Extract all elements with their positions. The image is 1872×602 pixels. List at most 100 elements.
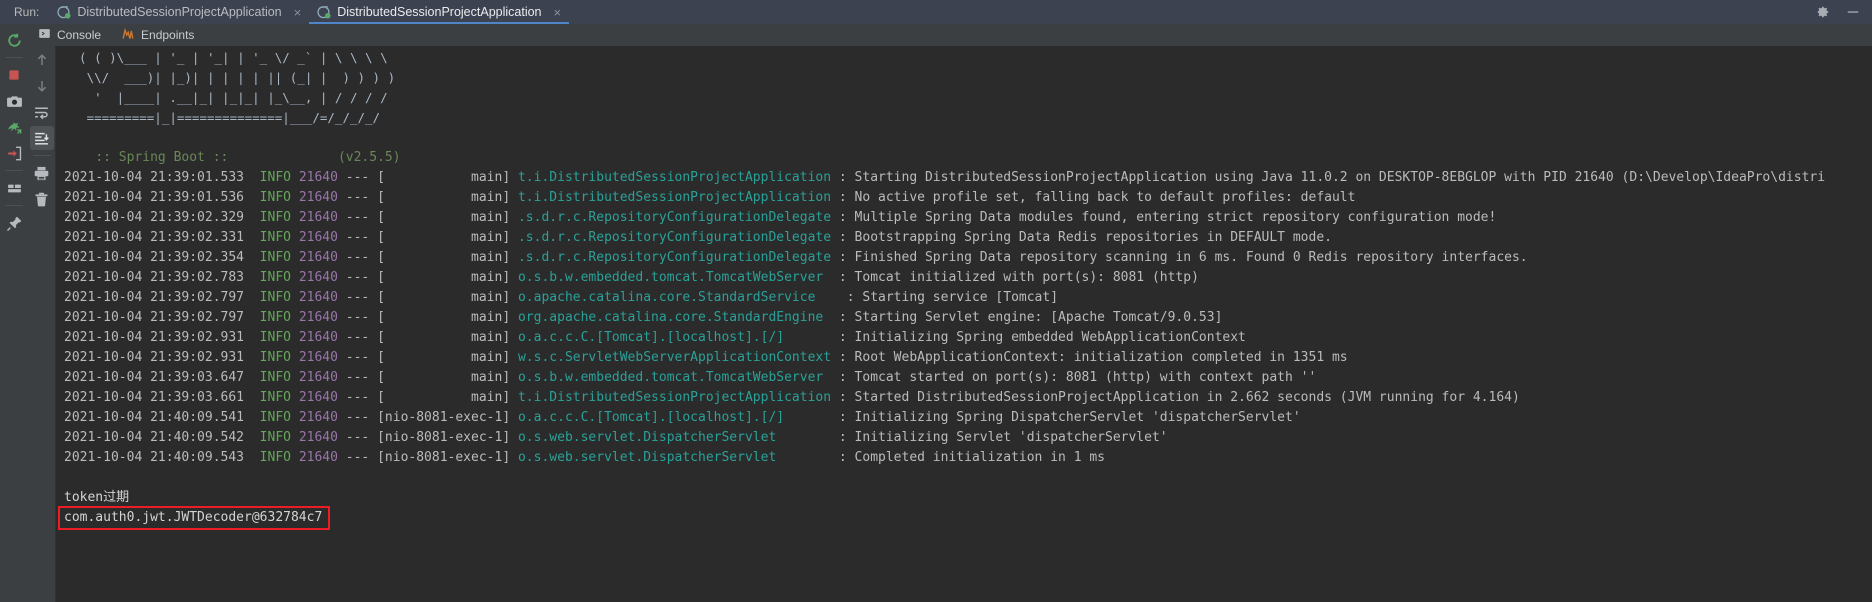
log-line: 2021-10-04 21:40:09.541 INFO 21640 --- […	[56, 408, 1872, 428]
log-message: : Tomcat initialized with port(s): 8081 …	[838, 270, 1199, 285]
log-message: : Starting DistributedSessionProjectAppl…	[838, 170, 1826, 185]
close-icon[interactable]: ×	[554, 5, 562, 20]
log-line: 2021-10-04 21:39:02.797 INFO 21640 --- […	[56, 308, 1872, 328]
gear-icon[interactable]	[1816, 5, 1830, 19]
log-separator: ---	[337, 170, 378, 185]
run-tool-window-titlebar: Run: DistributedSessionProjectApplicatio…	[0, 0, 1872, 24]
log-space	[831, 230, 839, 245]
log-space	[244, 230, 260, 245]
pin-icon[interactable]	[2, 211, 26, 235]
close-icon[interactable]: ×	[294, 5, 302, 20]
log-space	[291, 170, 299, 185]
log-space	[510, 270, 518, 285]
green-dragon-icon[interactable]	[2, 115, 26, 139]
log-space	[510, 250, 518, 265]
log-space	[244, 450, 260, 465]
log-logger: t.i.DistributedSessionProjectApplication	[517, 390, 832, 405]
log-message: : Initializing Servlet 'dispatcherServle…	[838, 430, 1168, 445]
run-tab-2[interactable]: DistributedSessionProjectApplication ×	[309, 0, 569, 24]
log-level: INFO	[259, 370, 291, 385]
log-space	[291, 410, 299, 425]
log-space	[244, 330, 260, 345]
scroll-to-end-icon[interactable]	[29, 126, 54, 150]
log-pid: 21640	[298, 230, 338, 245]
log-thread: [ main]	[377, 370, 511, 385]
log-message: : Root WebApplicationContext: initializa…	[838, 350, 1348, 365]
log-space	[244, 310, 260, 325]
log-line: 2021-10-04 21:39:02.354 INFO 21640 --- […	[56, 248, 1872, 268]
log-timestamp: 2021-10-04 21:39:02.329	[64, 210, 245, 225]
log-space	[831, 450, 839, 465]
tab-endpoints[interactable]: Endpoints	[121, 27, 194, 44]
log-message: : Completed initialization in 1 ms	[838, 450, 1105, 465]
log-space	[831, 410, 839, 425]
log-space	[291, 370, 299, 385]
log-space	[510, 410, 518, 425]
log-pid: 21640	[298, 430, 338, 445]
banner-line: \\/ ___)| |_)| | | | | || (_| | ) ) ) )	[64, 70, 396, 85]
log-message: : Started DistributedSessionProjectAppli…	[838, 390, 1520, 405]
log-space	[510, 170, 518, 185]
log-logger: .s.d.r.c.RepositoryConfigurationDelegate	[517, 250, 832, 265]
log-thread: [ main]	[377, 270, 511, 285]
log-level: INFO	[259, 290, 291, 305]
log-line: 2021-10-04 21:39:01.536 INFO 21640 --- […	[56, 188, 1872, 208]
log-space	[244, 390, 260, 405]
log-pid: 21640	[298, 450, 338, 465]
log-space	[244, 170, 260, 185]
log-logger: .s.d.r.c.RepositoryConfigurationDelegate	[517, 230, 832, 245]
log-space	[244, 410, 260, 425]
trash-icon[interactable]	[30, 187, 54, 211]
arrow-up-icon[interactable]	[30, 48, 54, 72]
rerun-button[interactable]	[2, 28, 26, 52]
log-thread: [ main]	[377, 230, 511, 245]
log-timestamp: 2021-10-04 21:39:02.783	[64, 270, 245, 285]
spring-boot-version-value: (v2.5.5)	[337, 150, 401, 165]
console-output[interactable]: ( ( )\___ | '_ | '_| | '_ \/ _` | \ \ \ …	[56, 46, 1872, 602]
hide-icon[interactable]	[1846, 5, 1860, 19]
printer-icon[interactable]	[30, 161, 54, 185]
camera-icon[interactable]	[2, 89, 26, 113]
log-thread: [ main]	[377, 350, 511, 365]
red-arrow-box-icon[interactable]	[2, 141, 26, 165]
console-actions-toolbar	[28, 46, 56, 602]
run-tab-2-label: DistributedSessionProjectApplication	[337, 5, 542, 19]
log-space	[831, 370, 839, 385]
log-space	[831, 350, 839, 365]
log-separator: ---	[337, 430, 378, 445]
log-space	[244, 290, 260, 305]
log-logger: o.s.web.servlet.DispatcherServlet	[517, 430, 832, 445]
log-level: INFO	[259, 350, 291, 365]
log-level: INFO	[259, 310, 291, 325]
layout-icon[interactable]	[2, 176, 26, 200]
log-message: : Starting service [Tomcat]	[846, 290, 1059, 305]
log-message: : Tomcat started on port(s): 8081 (http)…	[838, 370, 1317, 385]
toolbar-separator	[5, 170, 23, 171]
log-lines: 2021-10-04 21:39:01.533 INFO 21640 --- […	[56, 168, 1872, 468]
log-timestamp: 2021-10-04 21:39:02.797	[64, 290, 245, 305]
tab-console[interactable]: Console	[38, 27, 101, 43]
run-tab-1[interactable]: DistributedSessionProjectApplication ×	[49, 0, 309, 24]
log-message: : Finished Spring Data repository scanni…	[838, 250, 1528, 265]
titlebar-actions	[1816, 0, 1872, 24]
log-timestamp: 2021-10-04 21:40:09.542	[64, 430, 245, 445]
log-space	[291, 290, 299, 305]
arrow-down-icon[interactable]	[30, 74, 54, 98]
log-space	[291, 310, 299, 325]
banner-line: =========|_|==============|___/=/_/_/_/	[64, 110, 381, 125]
log-space	[244, 350, 260, 365]
log-message: : Initializing Spring embedded WebApplic…	[838, 330, 1246, 345]
log-logger: t.i.DistributedSessionProjectApplication	[517, 190, 832, 205]
log-thread: [ main]	[377, 250, 511, 265]
log-message: : No active profile set, falling back to…	[838, 190, 1356, 205]
toolbar-separator	[5, 205, 23, 206]
log-timestamp: 2021-10-04 21:40:09.543	[64, 450, 245, 465]
log-space	[510, 210, 518, 225]
log-separator: ---	[337, 210, 378, 225]
stop-button[interactable]	[2, 63, 26, 87]
log-line: 2021-10-04 21:39:02.783 INFO 21640 --- […	[56, 268, 1872, 288]
log-pid: 21640	[298, 370, 338, 385]
log-line: 2021-10-04 21:39:02.797 INFO 21640 --- […	[56, 288, 1872, 308]
soft-wrap-icon[interactable]	[30, 100, 54, 124]
log-line: 2021-10-04 21:39:02.331 INFO 21640 --- […	[56, 228, 1872, 248]
